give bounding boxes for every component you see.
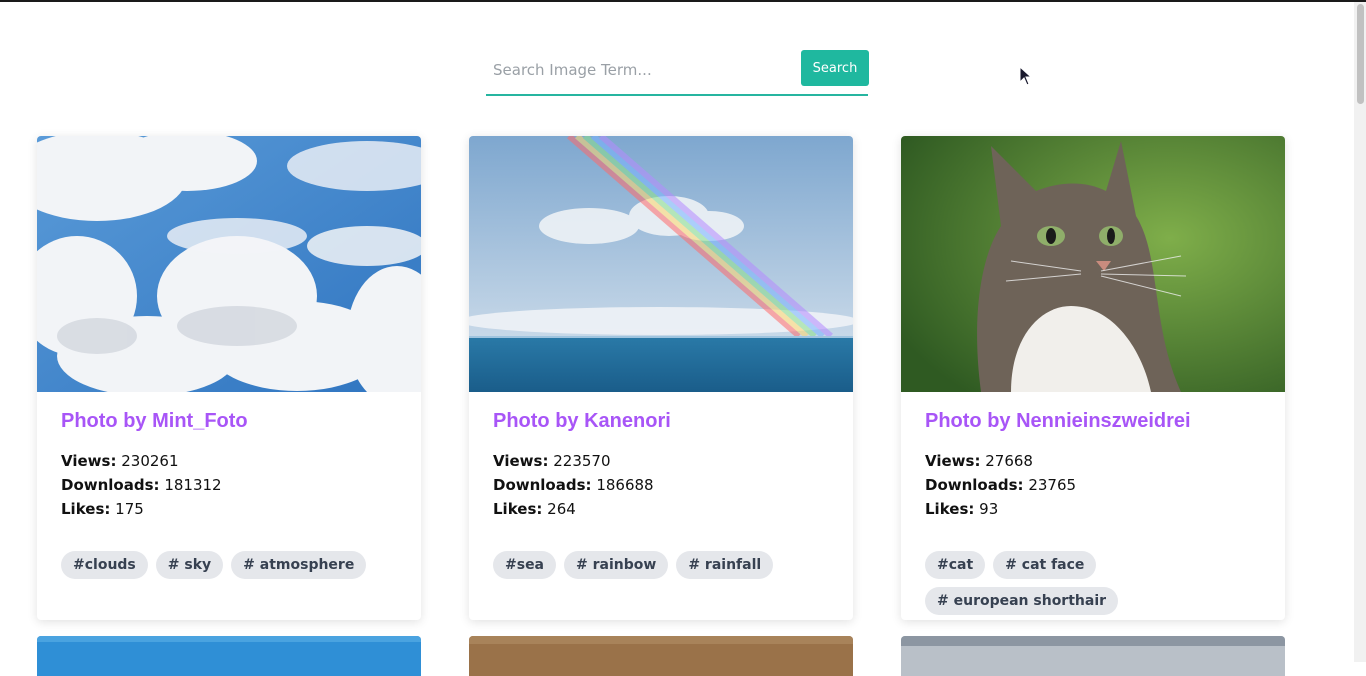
clouds-photo[interactable] [37,136,421,392]
downloads-stat: Downloads: 181312 [61,476,222,494]
image-card-partial[interactable] [901,636,1285,676]
tag-rainfall[interactable]: # rainfall [676,551,774,579]
search-button[interactable]: Search [801,50,869,86]
views-stat: Views: 27668 [925,452,1033,470]
tag-sky[interactable]: # sky [155,551,224,579]
image-card-partial[interactable] [37,636,421,676]
likes-stat: Likes: 175 [61,500,144,518]
tag-clouds[interactable]: #clouds [61,551,148,579]
photographer-title: Photo by Nennieinszweidrei [925,410,1191,432]
image-card: Photo by Nennieinszweidrei Views: 27668 … [901,136,1285,620]
page-scrollbar[interactable] [1354,2,1366,662]
photographer-title: Photo by Mint_Foto [61,410,248,432]
downloads-stat: Downloads: 23765 [925,476,1077,494]
tag-atmosphere[interactable]: # atmosphere [231,551,367,579]
rainbow-sea-photo[interactable] [469,136,853,392]
tag-list: #clouds # sky # atmosphere [61,551,397,579]
likes-stat: Likes: 264 [493,500,576,518]
tag-cat-face[interactable]: # cat face [993,551,1097,579]
image-card-partial[interactable] [469,636,853,676]
tag-list: #cat # cat face # european shorthair [925,551,1225,615]
tag-list: #sea # rainbow # rainfall [493,551,829,579]
tag-sea[interactable]: #sea [493,551,557,579]
image-card: Photo by Kanenori Views: 223570 Download… [469,136,853,620]
mouse-cursor-icon [1019,66,1033,86]
search-input[interactable] [486,52,786,88]
tag-european-shorthair[interactable]: # european shorthair [925,587,1119,615]
search-form: Search [486,48,869,96]
photographer-title: Photo by Kanenori [493,410,671,432]
tag-cat[interactable]: #cat [925,551,986,579]
image-card: Photo by Mint_Foto Views: 230261 Downloa… [37,136,421,620]
views-stat: Views: 223570 [493,452,611,470]
likes-stat: Likes: 93 [925,500,999,518]
downloads-stat: Downloads: 186688 [493,476,654,494]
scrollbar-thumb[interactable] [1357,4,1364,104]
tag-rainbow[interactable]: # rainbow [564,551,669,579]
cat-photo[interactable] [901,136,1285,392]
window-top-border [0,0,1366,2]
views-stat: Views: 230261 [61,452,179,470]
